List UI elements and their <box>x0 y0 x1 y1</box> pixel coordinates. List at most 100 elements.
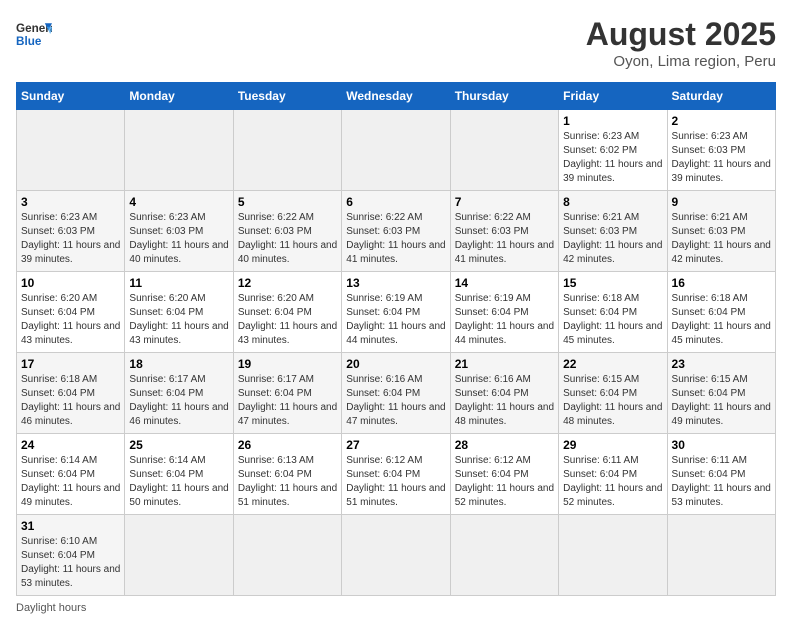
day-info: Sunrise: 6:22 AM Sunset: 6:03 PM Dayligh… <box>346 211 445 267</box>
day-cell: 9 Sunrise: 6:21 AM Sunset: 6:03 PM Daylig… <box>667 191 775 272</box>
day-cell: 15Sunrise: 6:18 AM Sunset: 6:04 PM Dayli… <box>559 272 667 353</box>
day-number: 5 <box>238 195 337 209</box>
day-info: Sunrise: 6:12 AM Sunset: 6:04 PM Dayligh… <box>455 454 554 510</box>
logo: General Blue <box>16 16 52 52</box>
day-header-thursday: Thursday <box>450 83 558 110</box>
day-number: 24 <box>21 438 120 452</box>
day-cell: 25Sunrise: 6:14 AM Sunset: 6:04 PM Dayli… <box>125 434 233 515</box>
day-number: 1 <box>563 114 662 128</box>
day-cell: 8Sunrise: 6:21 AM Sunset: 6:03 PM Daylig… <box>559 191 667 272</box>
day-info: Sunrise: 6:22 AM Sunset: 6:03 PM Dayligh… <box>455 211 554 267</box>
header: General Blue August 2025 Oyon, Lima regi… <box>16 16 776 70</box>
day-info: Sunrise: 6:15 AM Sunset: 6:04 PM Dayligh… <box>563 373 662 429</box>
day-info: Sunrise: 6:23 AM Sunset: 6:03 PM Dayligh… <box>21 211 120 267</box>
day-info: Sunrise: 6:11 AM Sunset: 6:04 PM Dayligh… <box>563 454 662 510</box>
day-cell <box>125 110 233 191</box>
day-number: 26 <box>238 438 337 452</box>
day-header-friday: Friday <box>559 83 667 110</box>
day-cell <box>342 515 450 596</box>
day-cell <box>450 110 558 191</box>
day-cell: 23 Sunrise: 6:15 AM Sunset: 6:04 PM Dayli… <box>667 353 775 434</box>
day-number: 18 <box>129 357 228 371</box>
day-cell: 26 Sunrise: 6:13 AM Sunset: 6:04 PM Dayli… <box>233 434 341 515</box>
day-cell: 14 Sunrise: 6:19 AM Sunset: 6:04 PM Dayli… <box>450 272 558 353</box>
day-number: 20 <box>346 357 445 371</box>
calendar-table: SundayMondayTuesdayWednesdayThursdayFrid… <box>16 82 776 596</box>
day-number: 17 <box>21 357 120 371</box>
day-cell: 12Sunrise: 6:20 AM Sunset: 6:04 PM Dayli… <box>233 272 341 353</box>
day-info: Sunrise: 6:20 AM Sunset: 6:04 PM Dayligh… <box>21 292 120 348</box>
day-header-saturday: Saturday <box>667 83 775 110</box>
week-row-6: 31Sunrise: 6:10 AM Sunset: 6:04 PM Dayli… <box>17 515 776 596</box>
day-number: 19 <box>238 357 337 371</box>
day-cell: 2Sunrise: 6:23 AM Sunset: 6:03 PM Daylig… <box>667 110 775 191</box>
day-number: 3 <box>21 195 120 209</box>
day-cell: 13 Sunrise: 6:19 AM Sunset: 6:04 PM Dayli… <box>342 272 450 353</box>
day-cell: 24 Sunrise: 6:14 AM Sunset: 6:04 PM Dayli… <box>17 434 125 515</box>
generalblue-logo-icon: General Blue <box>16 16 52 52</box>
day-cell: 29Sunrise: 6:11 AM Sunset: 6:04 PM Dayli… <box>559 434 667 515</box>
day-cell <box>233 110 341 191</box>
day-number: 23 <box>672 357 771 371</box>
day-number: 9 <box>672 195 771 209</box>
day-info: Sunrise: 6:15 AM Sunset: 6:04 PM Dayligh… <box>672 373 771 429</box>
week-row-2: 3 Sunrise: 6:23 AM Sunset: 6:03 PM Daylig… <box>17 191 776 272</box>
day-number: 4 <box>129 195 228 209</box>
day-number: 13 <box>346 276 445 290</box>
week-row-1: 1 Sunrise: 6:23 AM Sunset: 6:02 PM Daylig… <box>17 110 776 191</box>
day-cell <box>342 110 450 191</box>
day-info: Sunrise: 6:19 AM Sunset: 6:04 PM Dayligh… <box>346 292 445 348</box>
day-cell <box>233 515 341 596</box>
day-number: 27 <box>346 438 445 452</box>
day-cell: 28 Sunrise: 6:12 AM Sunset: 6:04 PM Dayli… <box>450 434 558 515</box>
day-cell <box>667 515 775 596</box>
day-cell: 1 Sunrise: 6:23 AM Sunset: 6:02 PM Daylig… <box>559 110 667 191</box>
day-cell <box>559 515 667 596</box>
day-cell: 3 Sunrise: 6:23 AM Sunset: 6:03 PM Daylig… <box>17 191 125 272</box>
day-info: Sunrise: 6:14 AM Sunset: 6:04 PM Dayligh… <box>21 454 120 510</box>
day-info: Sunrise: 6:17 AM Sunset: 6:04 PM Dayligh… <box>238 373 337 429</box>
week-row-4: 17 Sunrise: 6:18 AM Sunset: 6:04 PM Dayli… <box>17 353 776 434</box>
day-number: 22 <box>563 357 662 371</box>
svg-text:Blue: Blue <box>16 35 42 48</box>
day-info: Sunrise: 6:13 AM Sunset: 6:04 PM Dayligh… <box>238 454 337 510</box>
day-info: Sunrise: 6:18 AM Sunset: 6:04 PM Dayligh… <box>672 292 771 348</box>
day-info: Sunrise: 6:12 AM Sunset: 6:04 PM Dayligh… <box>346 454 445 510</box>
day-info: Sunrise: 6:21 AM Sunset: 6:03 PM Dayligh… <box>672 211 771 267</box>
day-cell: 6 Sunrise: 6:22 AM Sunset: 6:03 PM Daylig… <box>342 191 450 272</box>
day-cell: 16 Sunrise: 6:18 AM Sunset: 6:04 PM Dayli… <box>667 272 775 353</box>
day-cell: 17 Sunrise: 6:18 AM Sunset: 6:04 PM Dayli… <box>17 353 125 434</box>
day-cell: 7Sunrise: 6:22 AM Sunset: 6:03 PM Daylig… <box>450 191 558 272</box>
day-cell <box>450 515 558 596</box>
footer-note: Daylight hours <box>16 602 776 614</box>
day-cell: 27 Sunrise: 6:12 AM Sunset: 6:04 PM Dayli… <box>342 434 450 515</box>
day-number: 21 <box>455 357 554 371</box>
day-header-tuesday: Tuesday <box>233 83 341 110</box>
day-info: Sunrise: 6:20 AM Sunset: 6:04 PM Dayligh… <box>238 292 337 348</box>
day-number: 6 <box>346 195 445 209</box>
day-info: Sunrise: 6:23 AM Sunset: 6:02 PM Dayligh… <box>563 130 662 186</box>
day-info: Sunrise: 6:11 AM Sunset: 6:04 PM Dayligh… <box>672 454 771 510</box>
daylight-label: Daylight hours <box>16 602 86 614</box>
day-cell: 19 Sunrise: 6:17 AM Sunset: 6:04 PM Dayli… <box>233 353 341 434</box>
day-info: Sunrise: 6:22 AM Sunset: 6:03 PM Dayligh… <box>238 211 337 267</box>
day-cell: 5 Sunrise: 6:22 AM Sunset: 6:03 PM Daylig… <box>233 191 341 272</box>
day-cell: 30Sunrise: 6:11 AM Sunset: 6:04 PM Dayli… <box>667 434 775 515</box>
day-info: Sunrise: 6:20 AM Sunset: 6:04 PM Dayligh… <box>129 292 228 348</box>
day-number: 14 <box>455 276 554 290</box>
day-info: Sunrise: 6:16 AM Sunset: 6:04 PM Dayligh… <box>346 373 445 429</box>
day-number: 16 <box>672 276 771 290</box>
day-cell: 22 Sunrise: 6:15 AM Sunset: 6:04 PM Dayli… <box>559 353 667 434</box>
day-header-wednesday: Wednesday <box>342 83 450 110</box>
calendar-subtitle: Oyon, Lima region, Peru <box>586 53 776 70</box>
day-info: Sunrise: 6:23 AM Sunset: 6:03 PM Dayligh… <box>129 211 228 267</box>
day-number: 11 <box>129 276 228 290</box>
day-info: Sunrise: 6:18 AM Sunset: 6:04 PM Dayligh… <box>21 373 120 429</box>
day-info: Sunrise: 6:19 AM Sunset: 6:04 PM Dayligh… <box>455 292 554 348</box>
day-cell <box>125 515 233 596</box>
day-number: 28 <box>455 438 554 452</box>
day-info: Sunrise: 6:18 AM Sunset: 6:04 PM Dayligh… <box>563 292 662 348</box>
calendar-title: August 2025 <box>586 16 776 53</box>
day-cell: 20 Sunrise: 6:16 AM Sunset: 6:04 PM Dayli… <box>342 353 450 434</box>
day-number: 10 <box>21 276 120 290</box>
